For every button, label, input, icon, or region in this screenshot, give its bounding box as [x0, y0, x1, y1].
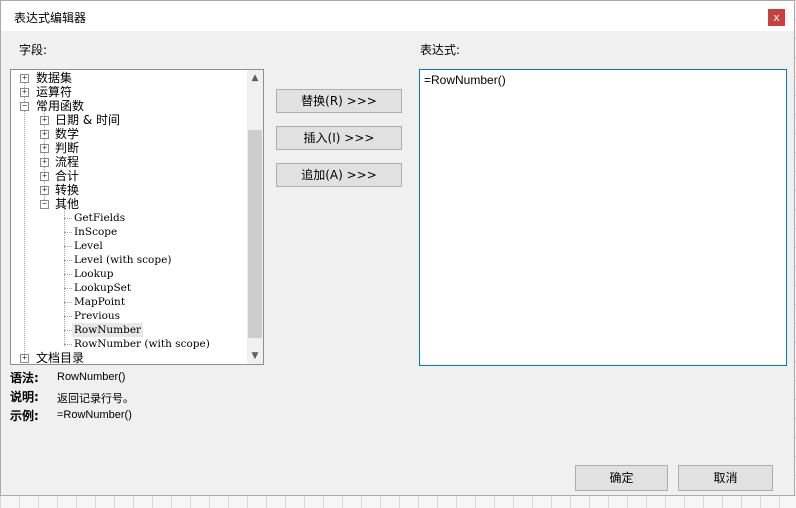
function-item[interactable]: RowNumber (with scope) — [11, 337, 231, 351]
function-item[interactable]: Level (with scope) — [11, 253, 231, 267]
fields-label: 字段: — [19, 43, 48, 57]
description-value: 返回记录行号。 — [57, 392, 134, 405]
ok-button[interactable]: 确定 — [575, 465, 668, 491]
description-label: 说明: — [10, 390, 39, 404]
scroll-up-icon[interactable]: ▲ — [247, 70, 263, 86]
expand-icon[interactable]: + — [40, 144, 49, 153]
function-item[interactable]: Previous — [11, 309, 231, 323]
cancel-button[interactable]: 取消 — [678, 465, 773, 491]
function-item-selected[interactable]: RowNumber — [11, 323, 231, 337]
field-tree[interactable]: + 数据集 + 运算符 − 常用函数 + 日期 & 时间 + 数学 + 判断 +… — [10, 69, 264, 365]
function-item[interactable]: InScope — [11, 225, 231, 239]
expand-icon[interactable]: + — [20, 88, 29, 97]
window-title: 表达式编辑器 — [14, 11, 87, 25]
scroll-thumb[interactable] — [248, 130, 262, 338]
syntax-value: RowNumber() — [57, 371, 126, 383]
syntax-label: 语法: — [10, 371, 39, 385]
function-item[interactable]: GetFields — [11, 211, 231, 225]
expand-icon[interactable]: + — [40, 158, 49, 167]
append-button[interactable]: 追加(A) >>> — [276, 163, 402, 187]
expand-icon[interactable]: + — [20, 74, 29, 83]
expand-icon[interactable]: + — [40, 116, 49, 125]
expression-editor-dialog: 表达式编辑器 x 字段: 表达式: + 数据集 + 运算符 − 常用函数 + 日… — [0, 0, 795, 496]
replace-button[interactable]: 替换(R) >>> — [276, 89, 402, 113]
function-item[interactable]: Level — [11, 239, 231, 253]
example-value: =RowNumber() — [57, 409, 132, 421]
title-bar: 表达式编辑器 x — [1, 1, 794, 31]
tree-scrollbar[interactable]: ▲ ▼ — [247, 70, 263, 364]
function-item[interactable]: Lookup — [11, 267, 231, 281]
function-item[interactable]: MapPoint — [11, 295, 231, 309]
insert-button[interactable]: 插入(I) >>> — [276, 126, 402, 150]
expand-icon[interactable]: + — [40, 186, 49, 195]
function-item[interactable]: LookupSet — [11, 281, 231, 295]
example-label: 示例: — [10, 409, 39, 423]
scroll-down-icon[interactable]: ▼ — [247, 348, 263, 364]
expression-label: 表达式: — [420, 43, 461, 57]
expression-editor[interactable]: =RowNumber() — [419, 69, 787, 366]
expand-icon[interactable]: + — [40, 130, 49, 139]
collapse-icon[interactable]: − — [40, 200, 49, 209]
collapse-icon[interactable]: − — [20, 102, 29, 111]
expand-icon[interactable]: + — [20, 354, 29, 363]
expand-icon[interactable]: + — [40, 172, 49, 181]
close-button[interactable]: x — [768, 9, 785, 26]
